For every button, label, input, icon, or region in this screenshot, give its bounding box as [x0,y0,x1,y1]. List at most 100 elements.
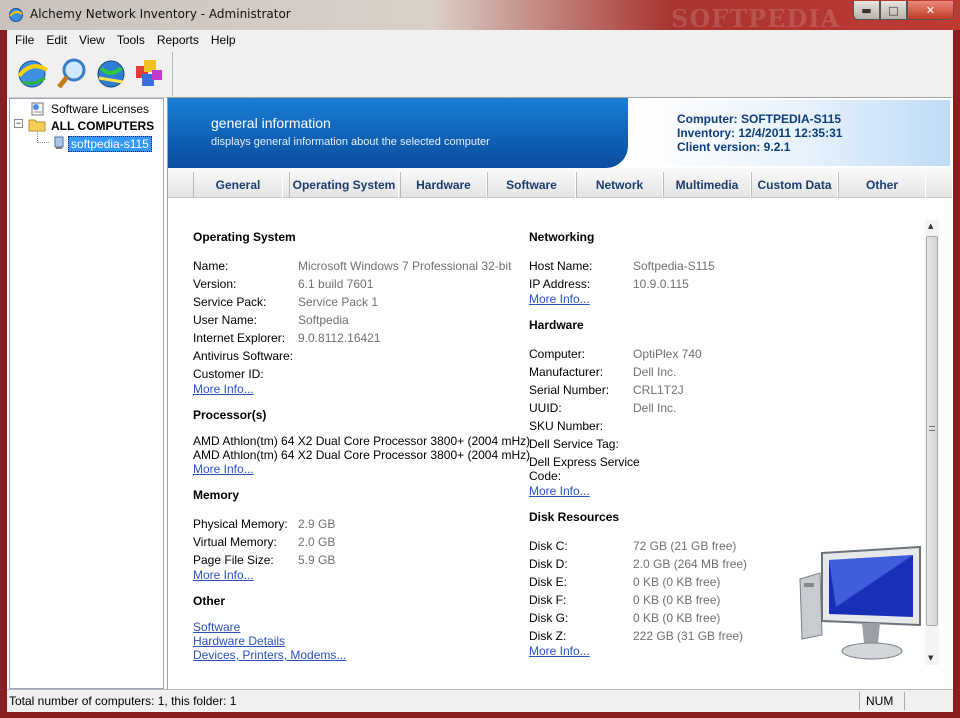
hardware-label: Serial Number: [529,383,610,397]
hardware-more-info-link[interactable]: More Info... [529,484,590,498]
disk-label: Disk G: [529,611,569,625]
scroll-thumb[interactable] [926,236,938,626]
os-label: Customer ID: [193,367,264,381]
details-area: Operating System Name: Microsoft Windows… [168,198,952,690]
minimize-icon: ▬ [861,3,872,17]
menu-reports[interactable]: Reports [151,33,205,47]
menu-view[interactable]: View [73,33,111,47]
vertical-scrollbar[interactable]: ▲ ▼ [925,220,939,665]
tree-item-selected-computer[interactable]: softpedia-s115 [68,136,152,152]
os-value: Microsoft Windows 7 Professional 32-bit [298,259,512,273]
network-value: Softpedia-S115 [633,259,715,273]
disk-value: 222 GB (31 GB free) [633,629,744,643]
header-banner: general information displays general inf… [168,98,952,168]
processor-more-info-link[interactable]: More Info... [193,462,254,476]
other-software-link[interactable]: Software [193,620,240,634]
os-more-info-link[interactable]: More Info... [193,382,254,396]
software-licenses-icon [31,102,44,116]
tab-other[interactable]: Other [838,172,926,198]
memory-value: 2.9 GB [298,517,336,531]
os-label: Antivirus Software: [193,349,294,363]
os-label: Version: [193,277,237,291]
network-more-info-link[interactable]: More Info... [529,292,590,306]
network-value: 10.9.0.115 [633,277,689,291]
network-label: Host Name: [529,259,593,273]
disk-label: Disk C: [529,539,568,553]
network-label: IP Address: [529,277,591,291]
scroll-up-icon[interactable]: ▲ [928,222,933,230]
tab-network[interactable]: Network [576,172,663,198]
num-lock-indicator: NUM [859,692,905,710]
menu-tools[interactable]: Tools [111,33,151,47]
menu-file[interactable]: File [9,33,40,47]
menu-edit[interactable]: Edit [40,33,73,47]
toolbar [7,50,953,98]
disk-label: Disk Z: [529,629,567,643]
menu-help[interactable]: Help [205,33,242,47]
computer-tree[interactable]: Software Licenses − ALL COMPUTERS softpe… [9,98,164,689]
memory-more-info-link[interactable]: More Info... [193,568,254,582]
close-icon: ✕ [925,3,936,17]
section-operating-system: Operating System [193,230,296,244]
section-processors: Processor(s) [193,408,267,422]
memory-label: Physical Memory: [193,517,288,531]
title-bar[interactable]: Alchemy Network Inventory - Administrato… [0,0,960,33]
close-button[interactable]: ✕ [907,1,954,20]
tree-item-software-licenses[interactable]: Software Licenses [51,102,149,116]
hardware-label: Dell Service Tag: [529,437,619,451]
watermark-text: SOFTPEDIA [671,4,841,33]
tab-custom-data[interactable]: Custom Data [751,172,838,198]
maximize-button[interactable]: □ [880,1,907,20]
tab-bar: General Operating System Hardware Softwa… [168,168,952,198]
os-value: Service Pack 1 [298,295,379,309]
section-other: Other [193,594,226,608]
network-globe-icon[interactable] [93,56,129,92]
disk-value: 0 KB (0 KB free) [633,593,721,607]
disk-label: Disk F: [529,593,567,607]
os-value: 9.0.8112.16421 [298,331,381,345]
computer-name: Computer: SOFTPEDIA-S115 [677,112,842,126]
computer-node-icon [54,136,64,149]
hardware-value: Dell Inc. [633,401,677,415]
scroll-down-icon[interactable]: ▼ [928,654,933,662]
tab-operating-system[interactable]: Operating System [289,172,399,198]
hardware-value: OptiPlex 740 [633,347,702,361]
tab-general[interactable]: General [193,172,283,198]
os-value: Softpedia [298,313,349,327]
search-icon[interactable] [55,56,91,92]
other-devices-link[interactable]: Devices, Printers, Modems... [193,648,346,662]
app-icon [9,8,23,22]
processor-line: AMD Athlon(tm) 64 X2 Dual Core Processor… [193,448,531,462]
collapse-toggle-icon[interactable]: − [14,119,23,128]
minimize-button[interactable]: ▬ [853,1,880,20]
window-title: Alchemy Network Inventory - Administrato… [30,7,291,21]
package-icon[interactable] [131,56,167,92]
tab-multimedia[interactable]: Multimedia [663,172,751,198]
processor-line: AMD Athlon(tm) 64 X2 Dual Core Processor… [193,434,531,448]
disk-value: 2.0 GB (264 MB free) [633,557,748,571]
section-hardware: Hardware [529,318,584,332]
hardware-label: UUID: [529,401,562,415]
main-window: File Edit View Tools Reports Help Softwa… [7,30,953,712]
page-subtitle: displays general information about the s… [211,136,490,148]
os-value: 6.1 build 7601 [298,277,374,291]
hardware-label: SKU Number: [529,419,604,433]
disk-label: Disk D: [529,557,568,571]
hardware-label: Manufacturer: [529,365,604,379]
refresh-globe-icon[interactable] [15,56,51,92]
hardware-value: Dell Inc. [633,365,677,379]
other-hardware-details-link[interactable]: Hardware Details [193,634,285,648]
client-version: Client version: 9.2.1 [677,140,791,154]
disk-more-info-link[interactable]: More Info... [529,644,590,658]
disk-value: 72 GB (21 GB free) [633,539,737,553]
status-bar: Total number of computers: 1, this folde… [7,689,953,712]
maximize-icon: □ [888,3,899,17]
memory-label: Virtual Memory: [193,535,277,549]
tab-software[interactable]: Software [487,172,576,198]
tree-item-all-computers[interactable]: ALL COMPUTERS [51,119,154,133]
section-memory: Memory [193,488,240,502]
inventory-date: Inventory: 12/4/2011 12:35:31 [677,126,843,140]
tab-hardware[interactable]: Hardware [400,172,487,198]
section-disk-resources: Disk Resources [529,510,620,524]
os-label: Service Pack: [193,295,267,309]
